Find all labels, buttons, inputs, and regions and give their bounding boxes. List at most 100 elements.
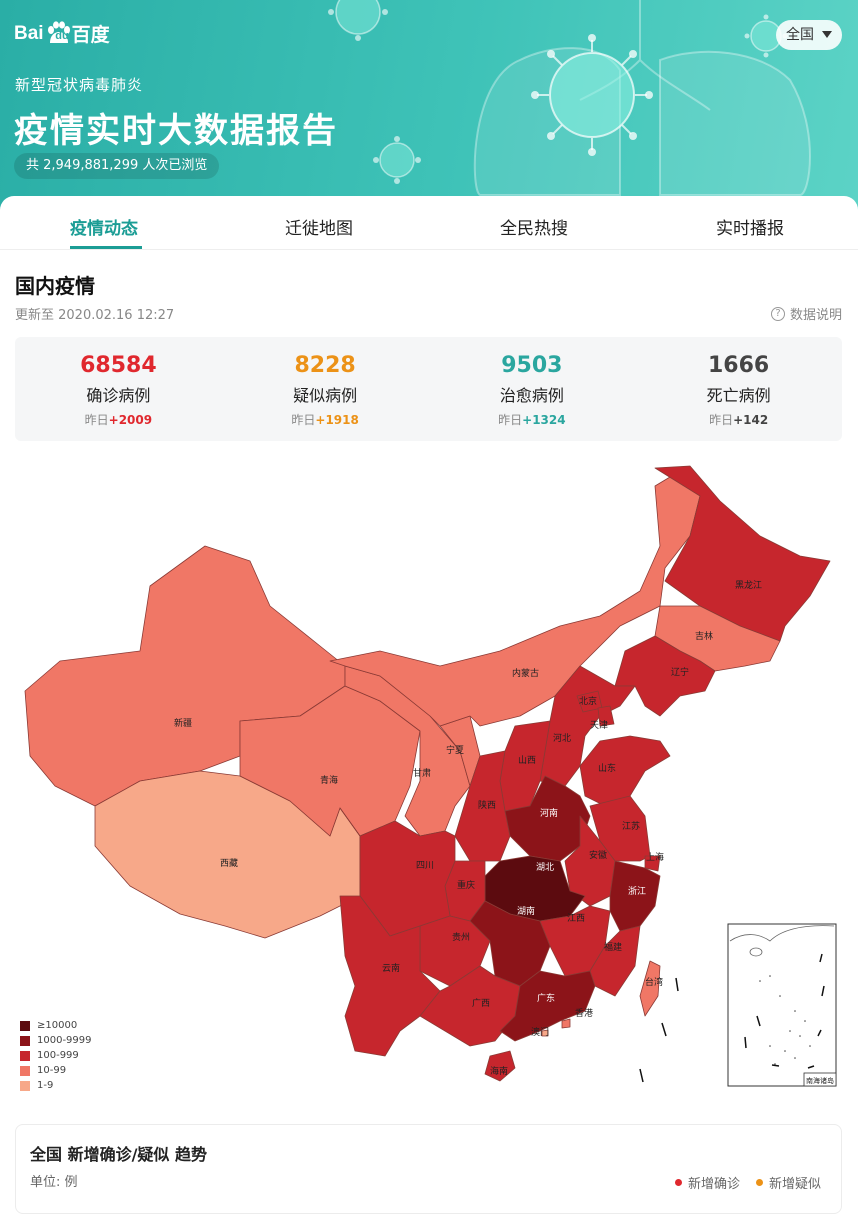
stat-delta: 昨日+142 [635,411,842,428]
map-label-fujian: 福建 [604,941,622,953]
delta-value: +142 [733,413,769,427]
delta-value: +1918 [315,413,359,427]
map-label-jiangxi: 江西 [567,913,585,924]
tab-live-report[interactable]: 实时播报 [716,214,784,239]
update-time: 更新至 2020.02.16 12:27 [15,308,175,323]
active-tab-indicator [70,246,142,249]
map-label-taiwan: 台湾 [645,976,663,988]
stat-deaths: 1666 死亡病例 昨日+142 [635,337,842,441]
map-label-hongkong: 香港 [575,1007,593,1019]
logo-text-left: Bai [14,22,44,44]
legend-item: 1000-9999 [20,1033,92,1048]
legend-label: 1000-9999 [37,1035,92,1046]
stat-label: 确诊病例 [86,386,151,405]
region-select-value: 全国 [786,27,814,43]
map-label-liaoning: 辽宁 [671,666,689,678]
stat-delta: 昨日+1918 [222,411,429,428]
map-label-hubei: 湖北 [536,862,554,873]
legend-item: 10-99 [20,1063,92,1078]
map-label-neimenggu: 内蒙古 [512,667,539,679]
map-label-anhui: 安徽 [589,849,607,861]
tab-hot-search[interactable]: 全民热搜 [500,214,568,239]
delta-prefix: 昨日 [84,413,109,427]
map-label-ningxia: 宁夏 [446,744,464,756]
data-note-link[interactable]: ? 数据说明 [770,304,842,323]
legend-item: 1-9 [20,1078,92,1093]
map-label-shanxi: 山西 [518,755,536,766]
delta-value: +1324 [522,413,566,427]
section-title: 国内疫情 [15,274,95,298]
stat-label: 治愈病例 [499,386,564,405]
legend-label: ≥10000 [37,1020,78,1031]
map-label-jilin: 吉林 [695,630,713,642]
delta-prefix: 昨日 [709,413,734,427]
legend-item: 100-999 [20,1048,92,1063]
map-label-beijing: 北京 [579,695,597,707]
region-select[interactable]: 全国 [776,20,842,50]
map-label-guizhou: 贵州 [452,931,470,943]
map-label-henan: 河南 [540,807,558,819]
map-label-hunan: 湖南 [517,905,535,917]
province-shandong[interactable] [579,735,671,807]
map-label-yunnan: 云南 [382,962,400,974]
legend-label: 100-999 [37,1050,79,1061]
baidu-logo: Bai du 百度 [14,20,110,47]
legend-dot-suspected [755,1179,763,1186]
south-china-sea-inset: 南海诸岛 [727,923,837,1087]
header-banner: Bai du 百度 新型冠状病毒肺炎 疫情实时大数据报告 共 2,949,881… [0,0,858,215]
trend-card: 全国 新增确诊/疑似 趋势 单位: 例 新增确诊 新增疑似 [15,1124,842,1214]
map-label-macau: 澳门 [531,1026,549,1038]
trend-legend: 新增确诊 新增疑似 [659,1173,821,1192]
map-label-xinjiang: 新疆 [174,717,192,729]
map-label-jiangsu: 江苏 [622,820,640,832]
tab-migration-map[interactable]: 迁徙地图 [285,214,353,239]
map-label-hainan: 海南 [490,1065,508,1077]
map-legend: ≥10000 1000-9999 100-999 10-99 1-9 [20,1018,92,1093]
map-label-heilongjiang: 黑龙江 [735,579,762,591]
legend-item: ≥10000 [20,1018,92,1033]
question-icon: ? [770,306,785,321]
map-label-hebei: 河北 [553,732,571,744]
logo-text-right: 百度 [71,25,110,46]
delta-value: +2009 [108,413,153,427]
main-card: 疫情动态 迁徙地图 全民热搜 实时播报 国内疫情 更新至 2020.02.16 … [0,196,858,1214]
page-title: 疫情实时大数据报告 [14,111,338,151]
data-note-label: 数据说明 [789,308,842,323]
map-label-qinghai: 青海 [320,774,338,786]
province-taiwan[interactable] [639,960,661,1017]
map-label-shaanxi: 陕西 [478,799,496,811]
map-label-tianjin: 天津 [590,720,608,731]
page-subtitle: 新型冠状病毒肺炎 [15,76,144,94]
trend-legend-confirmed[interactable]: 新增确诊 [688,1173,740,1192]
china-choropleth-map: 新疆 西藏 青海 甘肃 宁夏 内蒙古 黑龙江 吉林 辽宁 北京 天津 河北 山西… [24,465,837,1087]
stat-label: 死亡病例 [706,386,771,405]
trend-title: 全国 新增确诊/疑似 趋势 [30,1145,207,1164]
province-hongkong[interactable] [561,1018,571,1029]
logo-text-mid: du [55,30,69,42]
delta-prefix: 昨日 [291,413,316,427]
map-label-sichuan: 四川 [416,861,434,871]
delta-prefix: 昨日 [498,413,523,427]
tab-epidemic-dynamics[interactable]: 疫情动态 [70,214,138,239]
caret-down-icon [822,31,832,38]
stat-label: 疑似病例 [293,386,358,405]
trend-legend-suspected[interactable]: 新增疑似 [769,1173,821,1192]
inset-label: 南海诸岛 [806,1076,834,1085]
map-label-shanghai: 上海 [646,851,664,863]
stat-cured: 9503 治愈病例 昨日+1324 [429,337,636,441]
legend-label: 1-9 [37,1080,54,1091]
stat-value: 8228 [294,353,356,378]
stat-delta: 昨日+1324 [429,411,636,428]
map-label-gansu: 甘肃 [413,767,431,779]
stat-suspected: 8228 疑似病例 昨日+1918 [222,337,429,441]
map-label-shandong: 山东 [598,762,616,774]
stat-value: 9503 [501,353,563,378]
trend-unit: 单位: 例 [30,1175,78,1190]
stat-confirmed: 68584 确诊病例 昨日+2009 [15,337,222,441]
stat-value: 1666 [708,353,770,378]
stat-delta: 昨日+2009 [15,411,222,428]
map-label-guangdong: 广东 [537,992,555,1004]
map-label-xizang: 西藏 [220,857,238,869]
view-count: 共 2,949,881,299 人次已浏览 [14,153,220,179]
map-label-chongqing: 重庆 [457,879,475,891]
